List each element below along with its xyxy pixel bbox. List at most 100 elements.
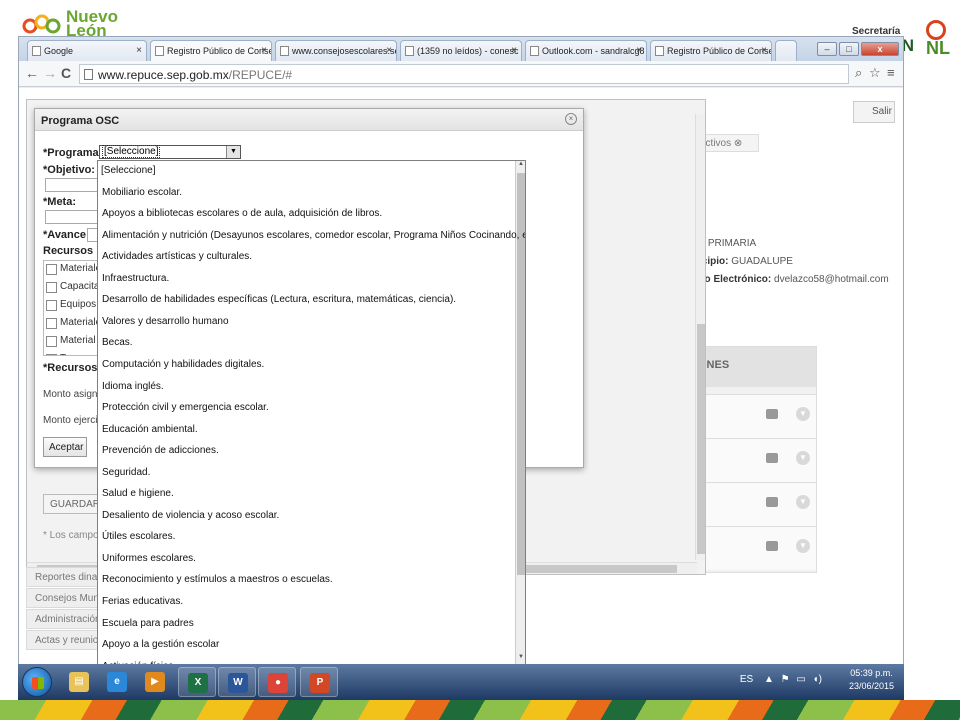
outer-vertical-scrollbar[interactable] bbox=[695, 114, 705, 560]
new-tab-button[interactable] bbox=[775, 40, 797, 61]
dropdown-option[interactable]: Prevención de adicciones. bbox=[102, 445, 219, 456]
tab-close-icon[interactable]: × bbox=[136, 45, 142, 56]
taskbar-app-button[interactable]: P bbox=[300, 667, 338, 697]
taskbar-app-button[interactable]: ● bbox=[258, 667, 296, 697]
checkbox[interactable] bbox=[46, 300, 57, 311]
reload-icon[interactable]: C bbox=[61, 65, 71, 81]
print-icon[interactable] bbox=[766, 409, 778, 419]
tab-close-icon[interactable]: × bbox=[511, 45, 517, 56]
dropdown-option[interactable]: Útiles escolares. bbox=[102, 531, 175, 542]
dropdown-option[interactable]: Educación ambiental. bbox=[102, 424, 198, 435]
meta-input[interactable] bbox=[45, 210, 100, 224]
language-indicator[interactable]: ES bbox=[740, 674, 753, 685]
checkbox[interactable] bbox=[46, 318, 57, 329]
taskbar-app-button[interactable]: W bbox=[218, 667, 256, 697]
menu-icon[interactable]: ≡ bbox=[887, 65, 895, 80]
forward-arrow-icon[interactable]: → bbox=[43, 65, 57, 81]
scroll-down-icon[interactable]: ▼ bbox=[516, 654, 525, 664]
tab-outlook[interactable]: Outlook.com - sandralcg8 × bbox=[525, 40, 647, 61]
minimize-button[interactable]: – bbox=[817, 42, 837, 56]
taskbar-app-button[interactable]: X bbox=[178, 667, 216, 697]
bookmark-star-icon[interactable]: ☆ bbox=[869, 65, 881, 81]
checkbox[interactable] bbox=[46, 336, 57, 347]
programa-selected-value: [Seleccione] bbox=[102, 145, 161, 158]
list-item[interactable]: Materiale bbox=[44, 315, 98, 333]
media-player-icon: ▶ bbox=[145, 672, 165, 692]
tab-close-icon[interactable]: × bbox=[636, 45, 642, 56]
network-icon[interactable]: ▭ bbox=[796, 674, 805, 685]
dropdown-option[interactable]: Idioma inglés. bbox=[102, 381, 164, 392]
start-button[interactable] bbox=[22, 667, 52, 697]
list-item[interactable]: T bbox=[44, 351, 98, 355]
checkbox[interactable] bbox=[46, 264, 57, 275]
chevron-down-icon[interactable]: ▼ bbox=[796, 495, 810, 509]
chevron-down-icon[interactable]: ▼ bbox=[796, 539, 810, 553]
programa-dropdown-list[interactable]: ▲ ▼ [Seleccione] Mobiliario escolar. Apoyo… bbox=[97, 160, 526, 665]
dropdown-option[interactable]: Seguridad. bbox=[102, 467, 150, 478]
tab-close-icon[interactable]: × bbox=[386, 45, 392, 56]
list-item[interactable]: Equipos d bbox=[44, 297, 98, 315]
dropdown-option[interactable]: Reconocimiento y estímulos a maestros o … bbox=[102, 574, 333, 585]
checkbox[interactable] bbox=[46, 282, 57, 293]
dropdown-option[interactable]: Apoyo a la gestión escolar bbox=[102, 639, 219, 650]
dropdown-option[interactable]: Ferias educativas. bbox=[102, 596, 183, 607]
back-arrow-icon[interactable]: ← bbox=[25, 65, 39, 81]
recurso-label: Capacitac bbox=[60, 281, 98, 292]
close-window-button[interactable]: x bbox=[861, 42, 899, 56]
list-item[interactable]: Capacitac bbox=[44, 279, 98, 297]
tab-consejos-escolares[interactable]: www.consejosescolares.se × bbox=[275, 40, 397, 61]
print-icon[interactable] bbox=[766, 541, 778, 551]
dropdown-option[interactable]: Protección civil y emergencia escolar. bbox=[102, 402, 269, 413]
dropdown-option[interactable]: Desaliento de violencia y acoso escolar. bbox=[102, 510, 279, 521]
maximize-button[interactable]: □ bbox=[839, 42, 859, 56]
tab-mail[interactable]: (1359 no leídos) - conesc × bbox=[400, 40, 522, 61]
salir-button[interactable]: Salir bbox=[853, 101, 895, 123]
dropdown-option[interactable]: Uniformes escolares. bbox=[102, 553, 196, 564]
show-hidden-icons-icon[interactable]: ▲ bbox=[764, 674, 774, 685]
tab-registro-publico[interactable]: Registro Público de Conse × bbox=[150, 40, 272, 61]
tab-close-icon[interactable]: × bbox=[261, 45, 267, 56]
chevron-down-icon[interactable]: ▼ bbox=[796, 451, 810, 465]
dropdown-arrow-icon[interactable]: ▼ bbox=[226, 146, 240, 158]
print-icon[interactable] bbox=[766, 453, 778, 463]
chevron-down-icon[interactable]: ▼ bbox=[796, 407, 810, 421]
volume-icon[interactable]: ◖) bbox=[813, 674, 822, 685]
dropdown-option[interactable]: Apoyos a bibliotecas escolares o de aula… bbox=[102, 208, 382, 219]
taskbar-app-button[interactable]: ▤ bbox=[60, 667, 98, 697]
checkbox[interactable] bbox=[46, 354, 57, 355]
list-item[interactable]: Materiale bbox=[44, 261, 98, 279]
programa-select[interactable]: [Seleccione] ▼ bbox=[99, 145, 241, 159]
dropdown-option[interactable]: [Seleccione] bbox=[101, 165, 155, 176]
tab-registro-publico-2[interactable]: Registro Público de Conse × bbox=[650, 40, 772, 61]
scroll-up-icon[interactable]: ▲ bbox=[516, 161, 525, 171]
url-input[interactable]: www.repuce.sep.gob.mx/REPUCE/# bbox=[79, 64, 849, 84]
objetivo-input[interactable] bbox=[45, 178, 100, 192]
aceptar-button[interactable]: Aceptar bbox=[43, 437, 87, 457]
dropdown-option[interactable]: Infraestructura. bbox=[102, 273, 169, 284]
dropdown-option[interactable]: Salud e higiene. bbox=[102, 488, 174, 499]
dropdown-option[interactable]: Actividades artísticas y culturales. bbox=[102, 251, 252, 262]
tab-close-icon[interactable]: × bbox=[761, 45, 767, 56]
google-favicon-icon bbox=[32, 46, 41, 56]
dropdown-option[interactable]: Desarrollo de habilidades específicas (L… bbox=[102, 294, 456, 305]
dropdown-option[interactable]: Mobiliario escolar. bbox=[102, 187, 182, 198]
dropdown-option[interactable]: Escuela para padres bbox=[102, 618, 194, 629]
scrollbar-thumb[interactable] bbox=[697, 324, 705, 554]
dropdown-option[interactable]: Alimentación y nutrición (Desayunos esco… bbox=[102, 230, 525, 241]
dropdown-option[interactable]: Becas. bbox=[102, 337, 133, 348]
dialog-close-icon[interactable]: × bbox=[565, 113, 577, 125]
excel-icon: X bbox=[188, 673, 208, 693]
dropdown-option[interactable]: Computación y habilidades digitales. bbox=[102, 359, 264, 370]
list-item[interactable]: Material d bbox=[44, 333, 98, 351]
zoom-icon[interactable]: ⌕ bbox=[855, 65, 862, 81]
tab-google[interactable]: Google × bbox=[27, 40, 147, 61]
tab-label: (1359 no leídos) - conesc bbox=[417, 46, 519, 56]
taskbar-app-button[interactable]: ▶ bbox=[136, 667, 174, 697]
dropdown-option[interactable]: Valores y desarrollo humano bbox=[102, 316, 229, 327]
recurso-label: Materiale bbox=[60, 317, 99, 328]
taskbar-app-button[interactable]: e bbox=[98, 667, 136, 697]
guardar-button[interactable]: GUARDAR bbox=[43, 494, 103, 514]
clock[interactable]: 05:39 p.m. 23/06/2015 bbox=[849, 668, 894, 691]
flag-icon[interactable]: ⚑ bbox=[781, 674, 790, 685]
print-icon[interactable] bbox=[766, 497, 778, 507]
